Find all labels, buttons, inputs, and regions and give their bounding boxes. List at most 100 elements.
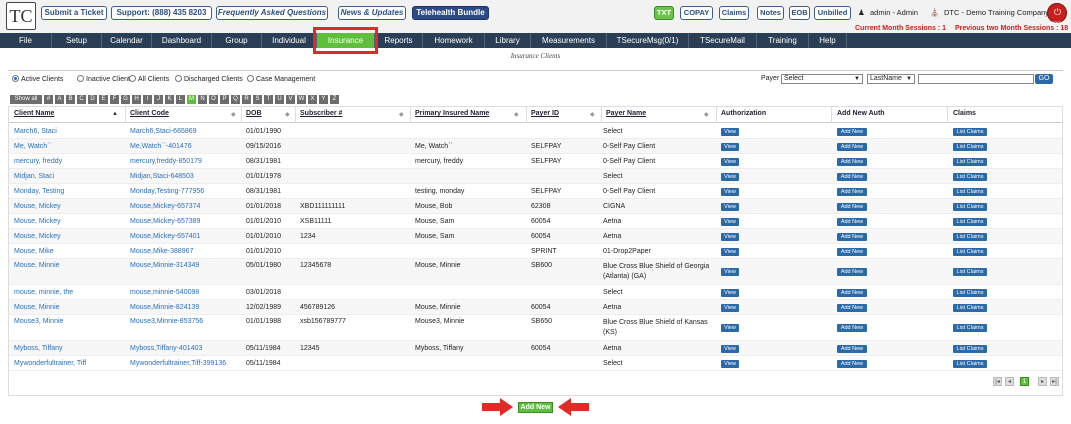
support-phone-button[interactable]: Support: (888) 435 8203 (111, 6, 212, 20)
nav-homework[interactable]: Homework (423, 33, 485, 48)
radio-dot[interactable] (12, 75, 19, 82)
cell-client-name[interactable]: Mouse, Mickey (14, 233, 61, 240)
search-input[interactable] (918, 74, 1034, 84)
radio-inactive-clients[interactable]: Inactive Clients (77, 75, 133, 83)
eob-button[interactable]: EOB (789, 6, 810, 20)
cell-client-name[interactable]: Mouse, Mickey (14, 203, 61, 210)
alpha-letter[interactable]: U (275, 95, 284, 104)
alpha-letter[interactable]: B (66, 95, 75, 104)
alpha-letter[interactable]: T (264, 95, 273, 104)
sort-select[interactable]: LastName ▼ (867, 74, 915, 84)
add-new-auth-button[interactable]: Add New (837, 303, 867, 312)
cell-client-code[interactable]: Monday,Testing-777956 (130, 188, 204, 195)
radio-case-management[interactable]: Case Management (247, 75, 315, 83)
add-new-auth-button[interactable]: Add New (837, 187, 867, 196)
alpha-letter[interactable]: L (176, 95, 185, 104)
nav-group[interactable]: Group (212, 33, 262, 48)
list-claims-button[interactable]: List Claims (953, 268, 987, 276)
cell-client-code[interactable]: mercury,freddy-850179 (130, 158, 202, 165)
view-auth-button[interactable]: View (721, 344, 739, 353)
col-payer-name[interactable]: Payer Name (606, 110, 646, 117)
add-new-auth-button[interactable]: Add New (837, 344, 867, 353)
cell-client-name[interactable]: Myboss, Tiffany (14, 345, 63, 352)
cell-client-name[interactable]: March6, Staci (14, 128, 57, 135)
nav-help[interactable]: Help (809, 33, 847, 48)
col-payer-id[interactable]: Payer ID (531, 110, 559, 117)
cell-client-name[interactable]: Mouse, Mickey (14, 218, 61, 225)
table-row[interactable]: Mouse3, Minnie Mouse3,Minnie-853756 01/01/… (9, 315, 1062, 341)
add-new-auth-button[interactable]: Add New (837, 202, 867, 211)
alpha-letter[interactable]: W (297, 95, 306, 104)
view-auth-button[interactable]: View (721, 268, 739, 276)
col-subscriber[interactable]: Subscriber # (300, 110, 342, 117)
list-claims-button[interactable]: List Claims (953, 157, 987, 166)
radio-all-clients[interactable]: All Clients (129, 75, 169, 83)
table-row[interactable]: Mouse, Minnie Mouse,Minnie-314349 05/01/19… (9, 259, 1062, 285)
table-row[interactable]: Me, Watch`` Me,Watch``-401476 09/15/2016 Me… (9, 139, 1062, 154)
alpha-letter[interactable]: # (44, 95, 53, 104)
nav-library[interactable]: Library (485, 33, 531, 48)
telehealth-bundle-button[interactable]: Telehealth Bundle (412, 6, 489, 20)
first-page-button[interactable]: |◂ (993, 377, 1002, 386)
radio-dot[interactable] (247, 75, 254, 82)
last-page-button[interactable]: ▸| (1050, 377, 1059, 386)
go-button[interactable]: GO (1035, 74, 1053, 84)
cell-client-code[interactable]: Mouse,Minnie-314349 (130, 262, 199, 269)
nav-calendar[interactable]: Calendar (102, 33, 152, 48)
notes-button[interactable]: Notes (757, 6, 784, 20)
add-new-auth-button[interactable]: Add New (837, 324, 867, 332)
cell-client-name[interactable]: Me, Watch`` (14, 143, 52, 150)
table-row[interactable]: Midjan, Staci Midjan,Staci-648503 01/01/19… (9, 169, 1062, 184)
payer-select[interactable]: Select ▼ (781, 74, 863, 84)
sort-icon[interactable]: ◆ (285, 111, 290, 118)
add-new-auth-button[interactable]: Add New (837, 142, 867, 151)
cell-client-code[interactable]: Mouse,Minnie-824139 (130, 304, 199, 311)
sort-icon[interactable]: ◆ (704, 111, 709, 118)
list-claims-button[interactable]: List Claims (953, 247, 987, 256)
table-row[interactable]: March6, Staci March6,Staci-665869 01/01/19… (9, 124, 1062, 139)
sort-icon[interactable]: ◆ (514, 111, 519, 118)
alpha-letter[interactable]: D (88, 95, 97, 104)
list-claims-button[interactable]: List Claims (953, 288, 987, 297)
col-client-name[interactable]: Client Name (14, 110, 54, 117)
add-new-auth-button[interactable]: Add New (837, 268, 867, 276)
nav-file[interactable]: File (0, 33, 52, 48)
prev-page-button[interactable]: ◂ (1005, 377, 1014, 386)
view-auth-button[interactable]: View (721, 157, 739, 166)
col-primary-insured[interactable]: Primary Insured Name (415, 110, 489, 117)
add-new-auth-button[interactable]: Add New (837, 232, 867, 241)
sort-icon[interactable]: ◆ (590, 111, 595, 118)
radio-dot[interactable] (175, 75, 182, 82)
nav-setup[interactable]: Setup (52, 33, 102, 48)
next-page-button[interactable]: ▸ (1038, 377, 1047, 386)
cell-client-code[interactable]: Mywonderfultrainer,Tiff-399136 (130, 360, 226, 367)
copay-button[interactable]: COPAY (680, 6, 713, 20)
table-row[interactable]: Mouse, Mickey Mouse,Mickey-657389 01/01/20… (9, 214, 1062, 229)
add-new-auth-button[interactable]: Add New (837, 157, 867, 166)
alpha-letter[interactable]: M (187, 95, 196, 104)
cell-client-code[interactable]: Midjan,Staci-648503 (130, 173, 194, 180)
alpha-letter[interactable]: V (286, 95, 295, 104)
cell-client-name[interactable]: Mouse, Minnie (14, 304, 60, 311)
table-row[interactable]: Mouse, Mickey Mouse,Mickey-657374 01/01/20… (9, 199, 1062, 214)
news-updates-button[interactable]: News & Updates (338, 6, 406, 20)
nav-tsecuremail[interactable]: TSecureMail (689, 33, 757, 48)
cell-client-name[interactable]: Mouse, Minnie (14, 262, 60, 269)
nav-dashboard[interactable]: Dashboard (152, 33, 212, 48)
list-claims-button[interactable]: List Claims (953, 187, 987, 196)
page-1-button[interactable]: 1 (1020, 377, 1029, 386)
view-auth-button[interactable]: View (721, 232, 739, 241)
nav-reports[interactable]: Reports (375, 33, 423, 48)
alpha-letter[interactable]: A (55, 95, 64, 104)
alpha-letter[interactable]: X (308, 95, 317, 104)
view-auth-button[interactable]: View (721, 172, 739, 181)
cell-client-code[interactable]: Me,Watch``-401476 (130, 143, 192, 150)
list-claims-button[interactable]: List Claims (953, 324, 987, 332)
table-row[interactable]: Monday, Testing Monday,Testing-777956 08/3… (9, 184, 1062, 199)
cell-client-code[interactable]: Mouse3,Minnie-853756 (130, 318, 203, 325)
table-row[interactable]: mouse, minnie, the mouse,minnie-540098 03/… (9, 285, 1062, 300)
list-claims-button[interactable]: List Claims (953, 202, 987, 211)
radio-dot[interactable] (129, 75, 136, 82)
claims-button[interactable]: Claims (719, 6, 749, 20)
view-auth-button[interactable]: View (721, 187, 739, 196)
